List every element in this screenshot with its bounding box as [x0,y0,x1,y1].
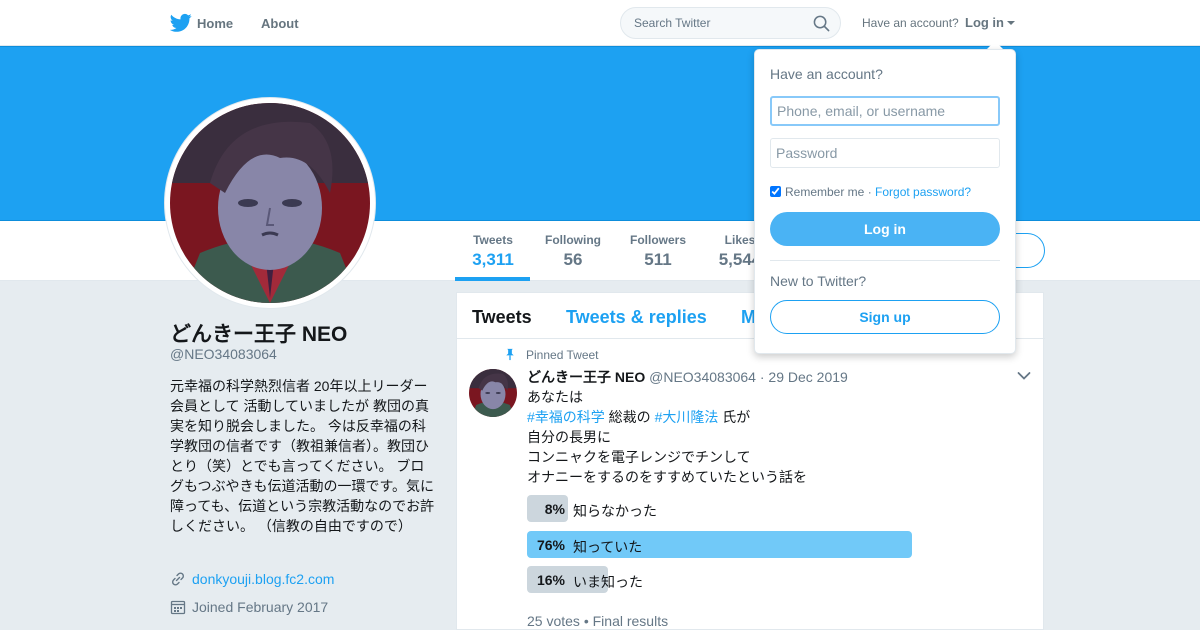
profile-website[interactable]: donkyouji.blog.fc2.com [170,571,334,587]
profile-avatar[interactable] [170,103,370,303]
tweet-text: あなたは #幸福の科学 総裁の #大川隆法 氏が 自分の長男に コンニャクを電子… [527,387,1007,487]
avatar-image [170,103,370,303]
poll-option: 16% いま知った [527,566,912,594]
tab-tweets[interactable]: Tweets [472,307,532,328]
tweet-line: オナニーをするのをすすめていたという話を [527,469,807,485]
tweet-line: 自分の長男に [527,429,611,445]
username-field[interactable] [770,96,1000,126]
nav-home-link[interactable]: Home [197,16,233,31]
stat-following[interactable]: Following 56 [543,233,603,270]
search-icon[interactable] [813,15,830,32]
tab-tweets-replies[interactable]: Tweets & replies [566,307,707,328]
poll-bullet: • [579,613,593,629]
tweet-author-name[interactable]: どんきー王子 NEO [527,369,645,385]
poll-label: 知らなかった [573,503,657,519]
search-placeholder: Search Twitter [634,16,711,30]
stat-value: 56 [563,250,583,269]
poll-status: Final results [592,613,669,629]
forgot-password-link[interactable]: Forgot password? [875,185,971,199]
remember-me-checkbox[interactable] [770,186,781,197]
login-dropdown-toggle[interactable]: Log in [965,15,1004,30]
caret-down-icon[interactable] [1007,21,1015,25]
stat-value: 511 [644,250,672,269]
poll-percent: 76% [536,537,565,553]
poll-option: 8% 知らなかった [527,495,912,523]
tweet-text-fragment: 氏が [718,409,751,425]
poll-percent: 16% [536,572,565,588]
profile-handle[interactable]: @NEO34083064 [170,346,277,362]
profile-link-text[interactable]: donkyouji.blog.fc2.com [192,571,334,587]
pin-icon [506,348,514,361]
tweet-text-fragment: 総裁の [604,409,655,425]
tweet-author-handle[interactable]: @NEO34083064 [649,369,756,385]
remember-separator: · [864,185,876,199]
signup-button[interactable]: Sign up [770,300,1000,334]
hashtag-link[interactable]: #大川隆法 [655,409,719,425]
remember-me-label[interactable]: Remember me [785,185,864,199]
search-box[interactable]: Search Twitter [620,7,841,39]
poll-label: いま知った [573,574,643,590]
profile-name[interactable]: どんきー王子 NEO [170,318,347,348]
profile-bio: 元幸福の科学熱烈信者 20年以上リーダー会員として 活動していましたが 教団の真… [170,378,435,534]
active-stat-underline [455,277,530,281]
poll-meta: 25 votes • Final results [527,613,668,629]
stat-followers[interactable]: Followers 511 [628,233,688,270]
tweet-line: あなたは [527,389,583,405]
tweet-date[interactable]: 29 Dec 2019 [768,369,847,385]
poll-label: 知っていた [573,539,643,555]
tweet-separator: · [755,369,769,385]
have-account-text: Have an account? [862,16,959,30]
profile-joined: Joined February 2017 [170,599,328,615]
tweet-line: #幸福の科学 総裁の #大川隆法 氏が [527,407,1007,427]
new-to-twitter-text: New to Twitter? [770,273,867,289]
tweet-avatar-image [469,369,517,417]
stat-tweets[interactable]: Tweets 3,311 [470,233,516,270]
top-nav: Home About Search Twitter Have an accoun… [0,0,1200,46]
login-dropdown: Have an account? Remember me · Forgot pa… [754,49,1016,354]
profile-joined-text: Joined February 2017 [192,599,329,615]
twitter-bird-icon[interactable] [170,13,192,33]
stat-label: Tweets [473,233,513,247]
stat-label: Following [545,233,601,247]
poll-percent: 8% [544,501,565,517]
dropdown-divider [770,260,1000,261]
nav-about-link[interactable]: About [261,16,299,31]
tweet-header: どんきー王子 NEO @NEO34083064 · 29 Dec 2019 [527,367,848,387]
calendar-icon [170,600,186,615]
hashtag-link[interactable]: #幸福の科学 [527,409,605,425]
remember-row: Remember me · Forgot password? [770,185,971,199]
poll-option: 76% 知っていた [527,531,912,559]
tweet-line: コンニャクを電子レンジでチンして [527,449,751,465]
tweet-avatar[interactable] [469,369,517,417]
stat-label: Followers [629,233,686,247]
dropdown-title: Have an account? [770,66,883,82]
poll-votes: 25 votes [527,613,580,629]
stat-value: 3,311 [472,250,514,269]
password-field[interactable] [770,138,1000,168]
chevron-down-icon[interactable] [1017,371,1031,381]
login-button[interactable]: Log in [770,212,1000,246]
link-icon [171,572,185,586]
pinned-label: Pinned Tweet [526,348,599,362]
